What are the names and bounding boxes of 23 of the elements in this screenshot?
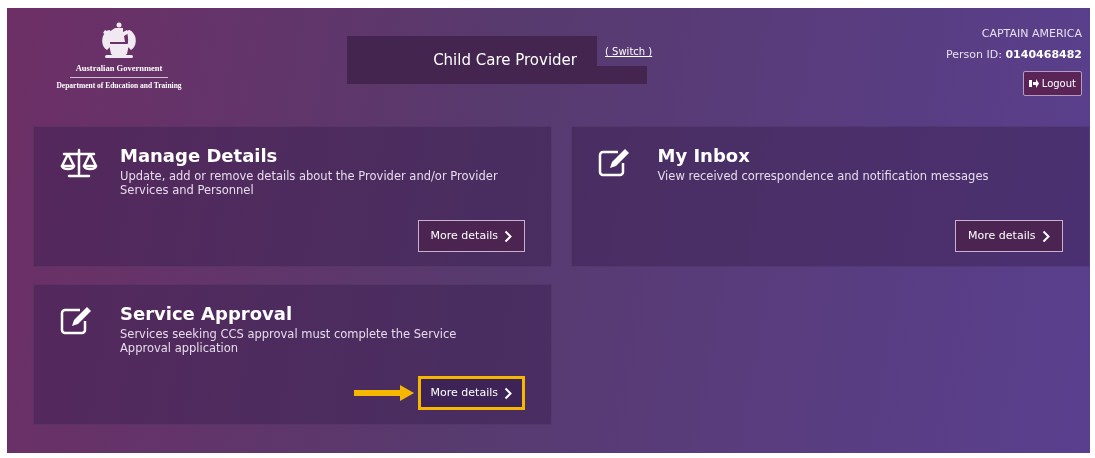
role-name: Child Care Provider [433,49,577,71]
logout-button[interactable]: Logout [1022,71,1082,96]
more-details-button[interactable]: More details [417,220,525,252]
logout-icon [1028,79,1039,88]
card-title: Service Approval [120,303,294,325]
user-name: CAPTAIN AMERICA [981,26,1082,42]
card-title: My Inbox [657,145,751,167]
person-id: Person ID: 0140468482 [946,46,1082,63]
card-description: Services seeking CCS approval must complete the Service Approval application [120,327,458,355]
more-details-button[interactable]: More details [417,376,525,410]
chevron-right-icon [504,229,512,243]
chevron-right-icon [504,386,512,400]
card-description: View received correspondence and notification messages [657,169,990,183]
government-name: Australian Government [69,62,169,78]
edit-icon [60,305,94,335]
switch-link[interactable]: ( Switch ) [605,44,653,59]
more-details-button[interactable]: More details [955,220,1063,252]
pointer-arrow [353,385,414,401]
chevron-right-icon [1041,229,1050,243]
card-description: Update, add or remove details about the Provider and/or Provider Services and Personnel [120,169,499,197]
scales-icon [60,147,98,179]
card-title: Manage Details [120,145,279,167]
edit-icon [597,147,632,177]
